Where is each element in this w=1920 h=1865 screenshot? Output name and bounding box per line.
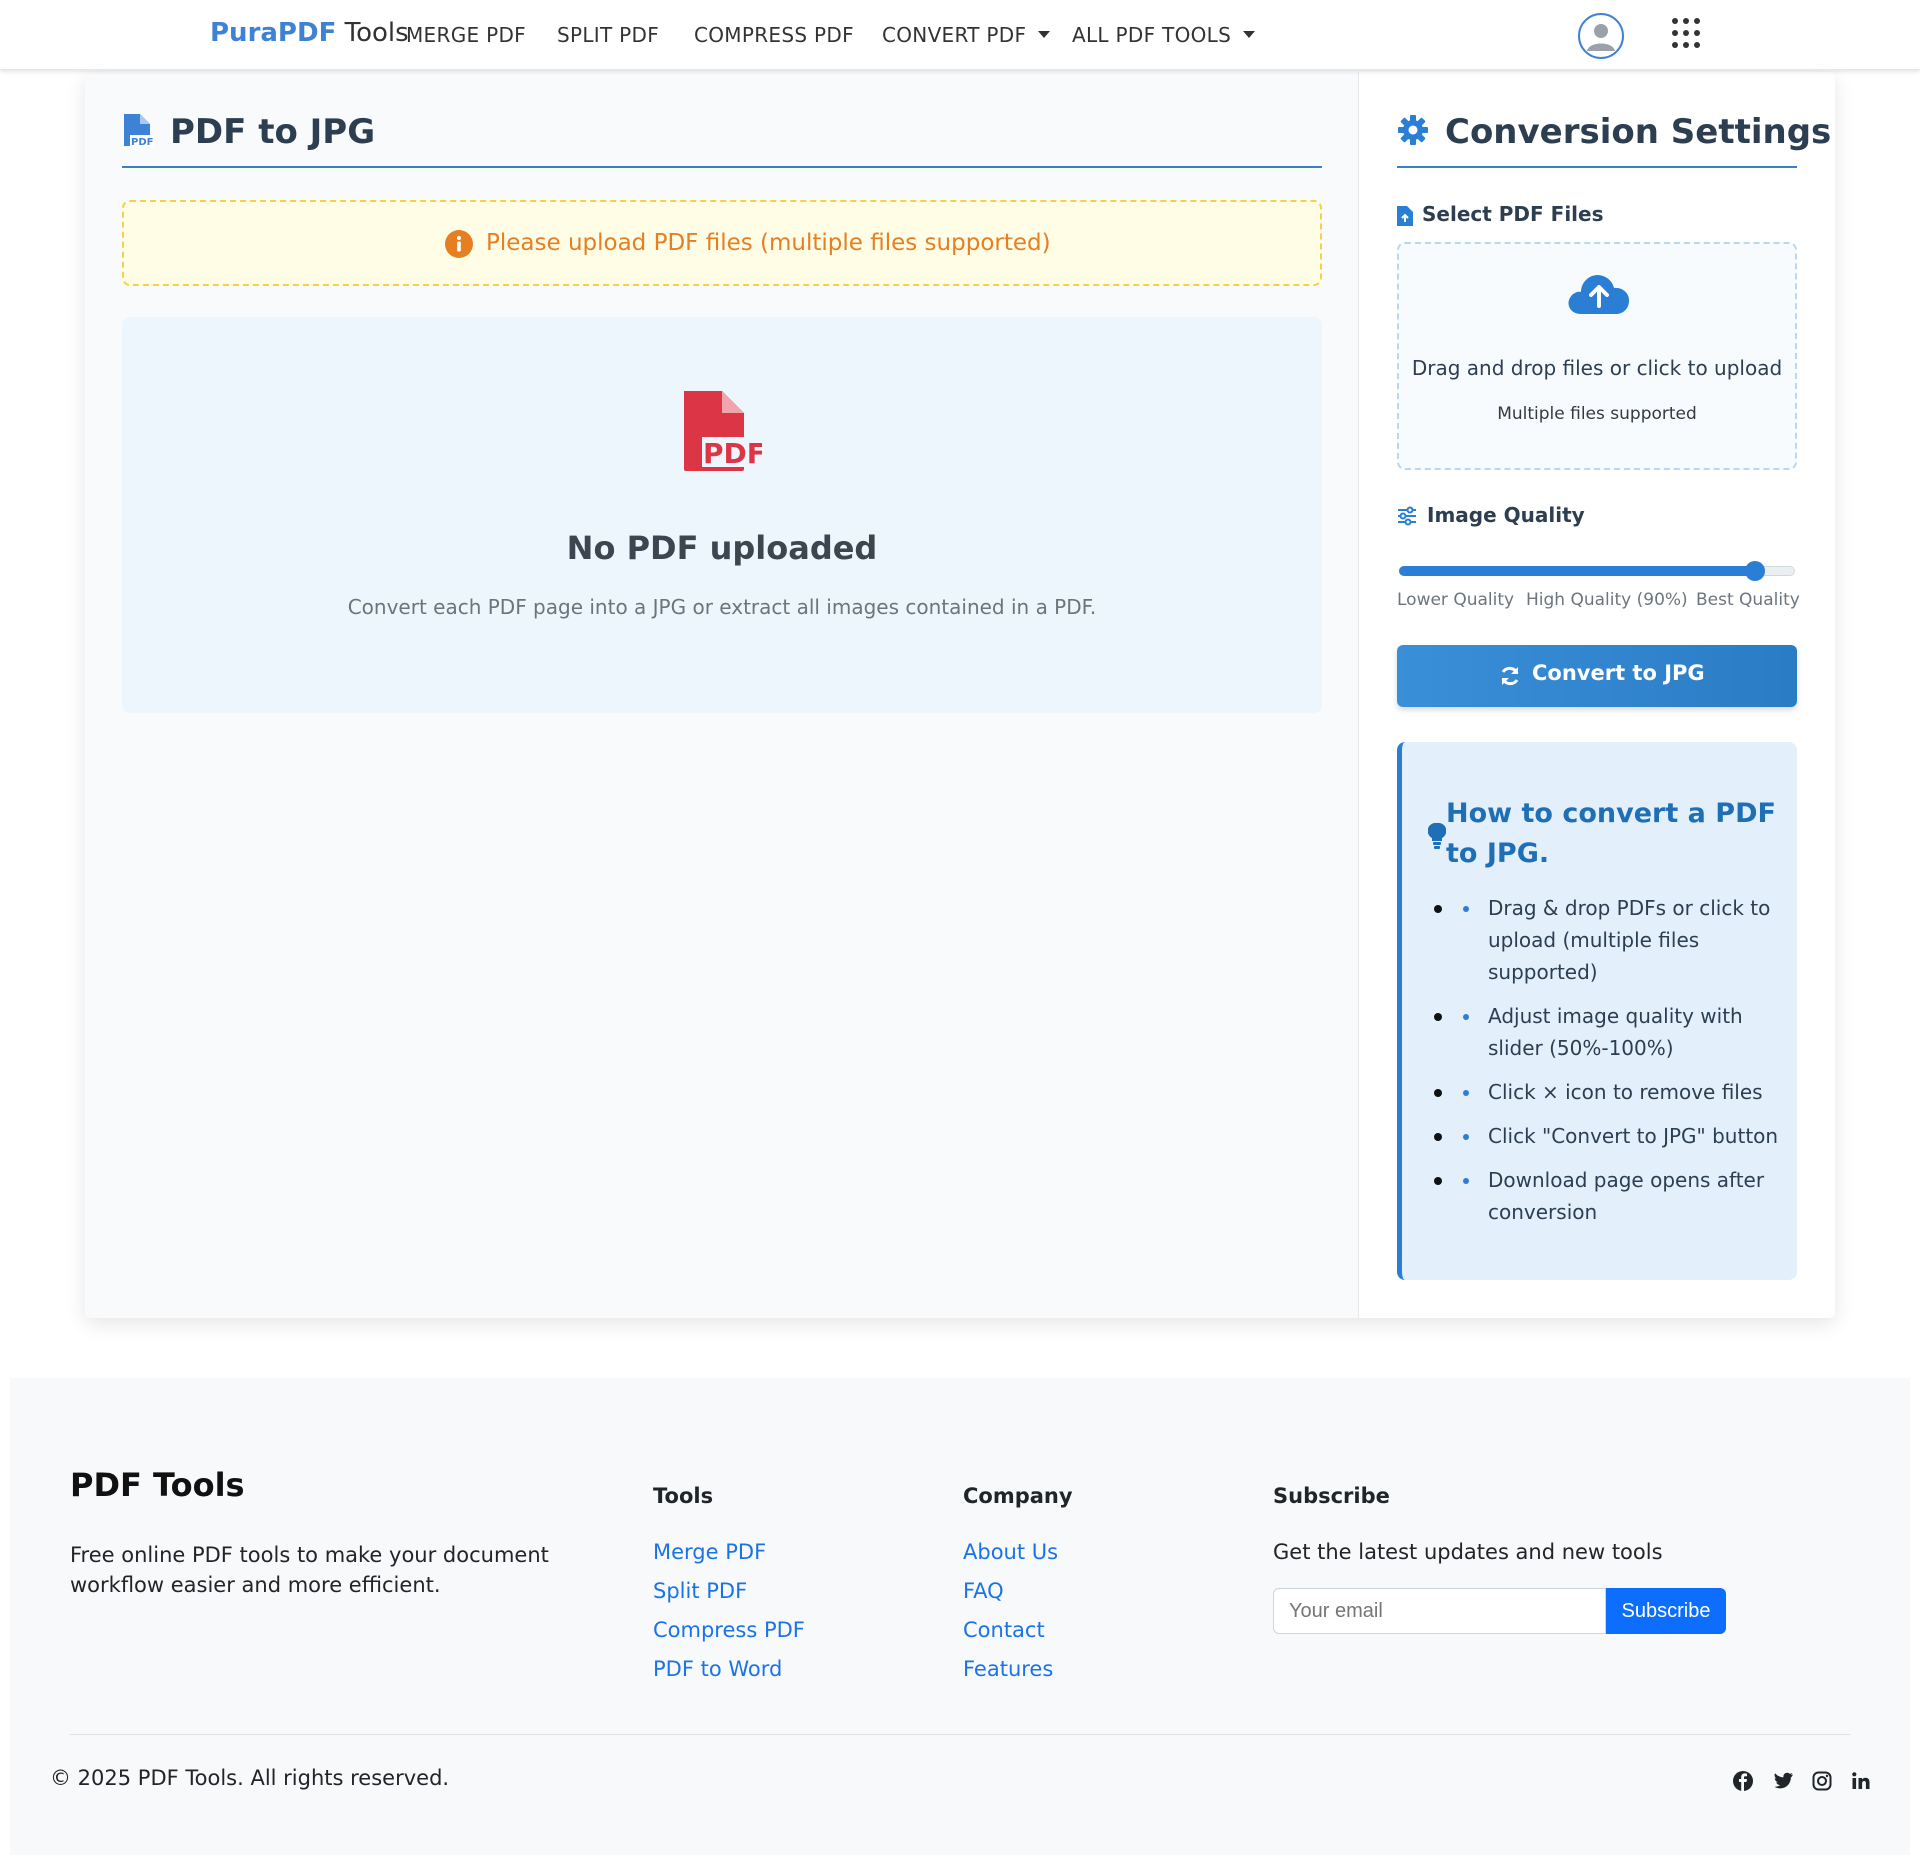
nav-convert-pdf-dropdown[interactable]: CONVERT PDF [882,23,1051,47]
footer-link-contact[interactable]: Contact [963,1618,1045,1642]
slider-fill [1399,566,1756,576]
how-to-step-text: Adjust image quality with slider (50%-10… [1488,1004,1743,1060]
page-title: PDF PDF to JPG [122,110,1322,168]
select-files-label: Select PDF Files [1422,202,1604,226]
file-pdf-red-icon: PDF [684,391,762,471]
converter-card: PDF PDF to JPG Please upload PDF files (… [85,72,1835,1318]
pdf-badge-text: PDF [703,437,762,470]
file-drop-zone[interactable]: Drag and drop files or click to upload M… [1397,242,1797,470]
how-to-steps: Drag & drop PDFs or click to upload (mul… [1426,892,1796,1240]
footer-link-compress-pdf[interactable]: Compress PDF [653,1618,805,1642]
subscribe-text: Get the latest updates and new tools [1273,1540,1663,1564]
convert-button[interactable]: Convert to JPG [1397,645,1797,707]
footer-link-merge-pdf[interactable]: Merge PDF [653,1540,766,1564]
brand-secondary: Tools [344,18,409,48]
email-input[interactable] [1273,1588,1606,1634]
sliders-icon [1398,506,1416,526]
twitter-icon[interactable] [1772,1770,1794,1792]
quality-low-label: Lower Quality [1397,590,1515,610]
how-to-step: Adjust image quality with slider (50%-10… [1426,1000,1796,1064]
drop-zone-text: Drag and drop files or click to upload [1411,356,1783,380]
nav-convert-pdf-label: CONVERT PDF [882,23,1027,47]
instagram-icon[interactable] [1811,1770,1833,1792]
nav-merge-pdf[interactable]: MERGE PDF [406,23,526,47]
footer-link-pdf-to-word[interactable]: PDF to Word [653,1657,782,1681]
site-footer: PDF Tools Free online PDF tools to make … [10,1378,1910,1855]
info-circle-icon [445,230,473,258]
how-to-step-text: Drag & drop PDFs or click to upload (mul… [1488,896,1771,984]
nav-compress-pdf[interactable]: COMPRESS PDF [694,23,854,47]
facebook-icon[interactable] [1732,1770,1754,1792]
cloud-upload-icon [1568,274,1630,314]
brand-primary: PuraPDF [210,18,337,48]
nav-all-tools-label: ALL PDF TOOLS [1072,23,1232,47]
empty-preview: PDF No PDF uploaded Convert each PDF pag… [122,317,1322,713]
apps-grid-button[interactable] [1670,17,1702,49]
nav-all-tools-dropdown[interactable]: ALL PDF TOOLS [1072,23,1256,47]
quality-value-label: High Quality (90%) [1526,590,1688,610]
footer-link-split-pdf[interactable]: Split PDF [653,1579,747,1603]
convert-button-label: Convert to JPG [1532,661,1705,685]
how-to-step: Drag & drop PDFs or click to upload (mul… [1426,892,1796,988]
copyright-text: © 2025 PDF Tools. All rights reserved. [50,1766,450,1790]
page-title-text: PDF to JPG [170,112,376,152]
quality-slider[interactable] [1397,556,1797,586]
settings-pane: Conversion Settings Select PDF Files Dra… [1360,72,1835,1318]
linkedin-icon[interactable] [1850,1770,1872,1792]
footer-link-about[interactable]: About Us [963,1540,1058,1564]
alert-text: Please upload PDF files (multiple files … [486,230,1051,256]
how-to-step: Click × icon to remove files [1426,1076,1796,1108]
how-to-step-text: Click "Convert to JPG" button [1488,1124,1779,1148]
settings-title: Conversion Settings [1397,110,1831,168]
footer-link-features[interactable]: Features [963,1657,1053,1681]
image-quality-label: Image Quality [1427,503,1585,527]
slider-thumb[interactable] [1745,561,1766,581]
top-navbar: PuraPDF Tools MERGE PDF SPLIT PDF COMPRE… [0,0,1920,70]
user-avatar-button[interactable] [1578,13,1624,59]
lightbulb-icon [1428,822,1446,849]
drop-zone-subtext: Multiple files supported [1497,404,1697,424]
footer-description: Free online PDF tools to make your docum… [70,1543,549,1597]
user-icon [1587,24,1615,51]
how-to-step: Click "Convert to JPG" button [1426,1120,1796,1152]
footer-company-heading: Company [963,1484,1073,1508]
sync-icon [1501,666,1519,686]
caret-down-icon [1243,31,1256,38]
how-to-panel: How to convert a PDF to JPG. Drag & drop… [1397,742,1797,1280]
footer-tools-heading: Tools [653,1484,714,1508]
file-pdf-icon: PDF [124,114,154,148]
how-to-step: Download page opens after conversion [1426,1164,1796,1228]
gear-icon [1398,115,1428,145]
how-to-title: How to convert a PDF to JPG. [1446,798,1776,869]
quality-high-label: Best Quality [1696,590,1800,610]
nav-split-pdf[interactable]: SPLIT PDF [557,23,659,47]
footer-divider [70,1734,1850,1735]
how-to-step-text: Download page opens after conversion [1488,1168,1765,1224]
grid-dots-icon [1672,18,1700,48]
empty-title: No PDF uploaded [566,529,878,567]
upload-alert: Please upload PDF files (multiple files … [122,200,1322,286]
preview-pane: PDF PDF to JPG Please upload PDF files (… [85,72,1359,1318]
empty-description: Convert each PDF page into a JPG or extr… [347,595,1097,619]
how-to-step-text: Click × icon to remove files [1488,1080,1763,1104]
file-upload-icon [1397,206,1413,226]
footer-link-faq[interactable]: FAQ [963,1579,1004,1603]
svg-text:PDF: PDF [131,137,153,148]
brand-logo[interactable]: PuraPDF Tools [210,18,409,48]
footer-subscribe-heading: Subscribe [1273,1484,1390,1508]
footer-brand: PDF Tools [70,1466,245,1504]
caret-down-icon [1038,31,1051,38]
settings-title-text: Conversion Settings [1445,112,1832,152]
subscribe-button[interactable]: Subscribe [1606,1588,1726,1634]
